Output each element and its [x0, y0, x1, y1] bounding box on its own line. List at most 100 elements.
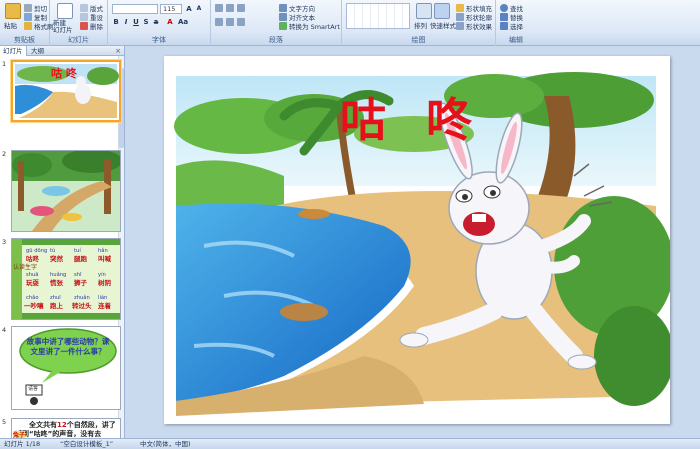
- delete-icon: [80, 22, 88, 30]
- font-name-select[interactable]: [112, 4, 158, 14]
- vocab-word: 玩耍: [26, 278, 40, 287]
- ribbon-group-slides: 新建 幻灯片 版式 重设 删除 幻灯片: [50, 0, 108, 46]
- slide-5-text: 兔子 全文共有12个自然段，讲了听到“咕咚”的声音，没有去: [13, 421, 116, 440]
- group-label: 幻灯片: [68, 36, 89, 44]
- slide-thumbnail-1[interactable]: 咕 咚: [11, 60, 121, 122]
- brush-icon: [24, 22, 32, 30]
- theme-name: “空白设计模板_1”: [60, 440, 114, 448]
- quick-styles-icon[interactable]: [434, 3, 450, 19]
- vocab-word: 突然: [50, 254, 64, 263]
- change-case-icon[interactable]: Aa: [178, 18, 188, 26]
- slide-number: 5: [2, 418, 7, 426]
- grow-font-icon[interactable]: A: [185, 5, 193, 13]
- vocab-word: 连着: [98, 301, 112, 310]
- slides-pane: 幻灯片 大纲 × 1 咕 咚 2 3 认读生字 gū dōng tù tuí h…: [0, 46, 125, 442]
- pinyin: tuí: [74, 247, 81, 254]
- select-button[interactable]: 选择: [500, 21, 523, 31]
- align-left-icon[interactable]: [215, 18, 223, 26]
- paint-bucket-icon: [456, 4, 464, 12]
- shrink-font-icon[interactable]: A: [195, 5, 203, 13]
- vocab-slide-thumbnail: 认读生字 gū dōng tù tuí hǎn 咕咚 突然 腿跑 叫喊 shuā…: [12, 239, 120, 319]
- align-text-icon: [279, 13, 287, 21]
- shape-effects-button[interactable]: 形状效果: [456, 21, 492, 31]
- close-pane-icon[interactable]: ×: [115, 46, 121, 56]
- shapes-gallery[interactable]: [346, 3, 410, 29]
- slide-thumbnail-4[interactable]: 故事中讲了哪些动物？课文里讲了一件什么事？ 请答: [11, 326, 121, 410]
- vocab-word: 一吵嚷: [24, 301, 44, 310]
- pinyin: shuā: [26, 272, 38, 278]
- answer-sign: 请答: [28, 386, 39, 392]
- tab-slides[interactable]: 幻灯片: [0, 46, 27, 56]
- align-center-icon[interactable]: [226, 18, 234, 26]
- group-label: 绘图: [411, 36, 426, 44]
- pinyin: huǎng: [50, 271, 66, 278]
- pinyin: tù: [50, 247, 55, 254]
- reset-icon: [80, 13, 88, 21]
- smartart-button[interactable]: 转换为 SmartArt: [279, 21, 340, 31]
- tab-outline[interactable]: 大纲: [28, 46, 47, 56]
- thumb-title: 咕 咚: [51, 66, 78, 80]
- vocab-word: 转过头: [72, 301, 92, 310]
- pinyin: shī: [74, 272, 82, 278]
- layout-icon: [80, 4, 88, 12]
- shadow-icon[interactable]: S: [142, 18, 150, 26]
- text-direction-icon: [279, 4, 287, 12]
- ribbon-group-font: 115 A A B I U S a A Aa 字体: [108, 0, 211, 46]
- group-label: 字体: [152, 36, 166, 44]
- pinyin: hǎn: [98, 247, 108, 254]
- smartart-icon: [279, 22, 287, 30]
- language: 中文(简体，中国): [140, 440, 191, 448]
- vocab-word: 腿跑: [73, 254, 88, 263]
- vocab-word: 慌张: [50, 278, 64, 287]
- forest-scene-thumbnail: [12, 151, 120, 231]
- copy-icon: [24, 13, 32, 21]
- slide-number: 3: [2, 238, 7, 246]
- pinyin: zhuǎn: [74, 294, 90, 301]
- quick-styles-button[interactable]: 快速样式: [430, 20, 456, 30]
- vocab-word: 跑上: [50, 301, 64, 310]
- paste-button[interactable]: 粘贴: [4, 20, 17, 30]
- ribbon: 粘贴 剪切 复制 格式刷 剪贴板 新建 幻灯片 版式 重设 删除 幻灯片 115…: [0, 0, 700, 46]
- slide-number: 1: [2, 60, 7, 68]
- vocab-word: 叫喊: [98, 254, 112, 263]
- new-slide-icon[interactable]: [57, 3, 73, 19]
- underline-icon[interactable]: U: [132, 18, 140, 26]
- slide-thumbnail-2[interactable]: [11, 150, 121, 232]
- align-right-icon[interactable]: [237, 18, 245, 26]
- group-label: 剪贴板: [14, 36, 35, 44]
- vocab-side-label: 认读生字: [13, 263, 37, 271]
- ribbon-group-editing: 查找 替换 选择 编辑: [496, 0, 536, 46]
- bullets-icon[interactable]: [215, 4, 223, 12]
- vocab-word: 狮子: [73, 278, 88, 287]
- group-label: 段落: [269, 36, 283, 44]
- select-icon: [500, 22, 508, 30]
- scissors-icon: [24, 4, 32, 12]
- rabbit-scene-thumbnail: 咕 咚: [13, 62, 119, 120]
- pinyin: chǎo: [26, 294, 39, 301]
- pinyin: lián: [98, 294, 107, 301]
- slide-number: 2: [2, 150, 7, 158]
- delete-button[interactable]: 删除: [80, 21, 103, 31]
- pen-icon: [456, 13, 464, 21]
- current-slide[interactable]: 咕 咚: [164, 56, 670, 424]
- pane-tabs: 幻灯片 大纲 ×: [0, 46, 124, 56]
- indent-icon[interactable]: [237, 4, 245, 12]
- strikethrough-icon[interactable]: a: [152, 18, 160, 26]
- slide-thumbnail-3[interactable]: 认读生字 gū dōng tù tuí hǎn 咕咚 突然 腿跑 叫喊 shuā…: [11, 238, 121, 320]
- slide-position: 幻灯片 1/18: [4, 440, 41, 448]
- slide-title[interactable]: 咕 咚: [340, 84, 484, 150]
- numbering-icon[interactable]: [226, 4, 234, 12]
- bold-icon[interactable]: B: [112, 18, 120, 26]
- arrange-button[interactable]: 排列: [414, 20, 427, 30]
- status-bar: 幻灯片 1/18 “空白设计模板_1” 中文(简体，中国): [0, 438, 700, 449]
- font-size-select[interactable]: 115: [160, 4, 182, 14]
- font-color-icon[interactable]: A: [166, 18, 174, 26]
- paste-icon[interactable]: [5, 3, 21, 19]
- find-icon: [500, 4, 508, 12]
- effects-icon: [456, 22, 464, 30]
- arrange-icon[interactable]: [416, 3, 432, 19]
- new-slide-button[interactable]: 新建 幻灯片: [53, 20, 73, 34]
- ribbon-group-paragraph: 文字方向 对齐文本 转换为 SmartArt 段落: [211, 0, 342, 46]
- italic-icon[interactable]: I: [122, 18, 130, 26]
- vocab-word: 咕咚: [26, 254, 40, 263]
